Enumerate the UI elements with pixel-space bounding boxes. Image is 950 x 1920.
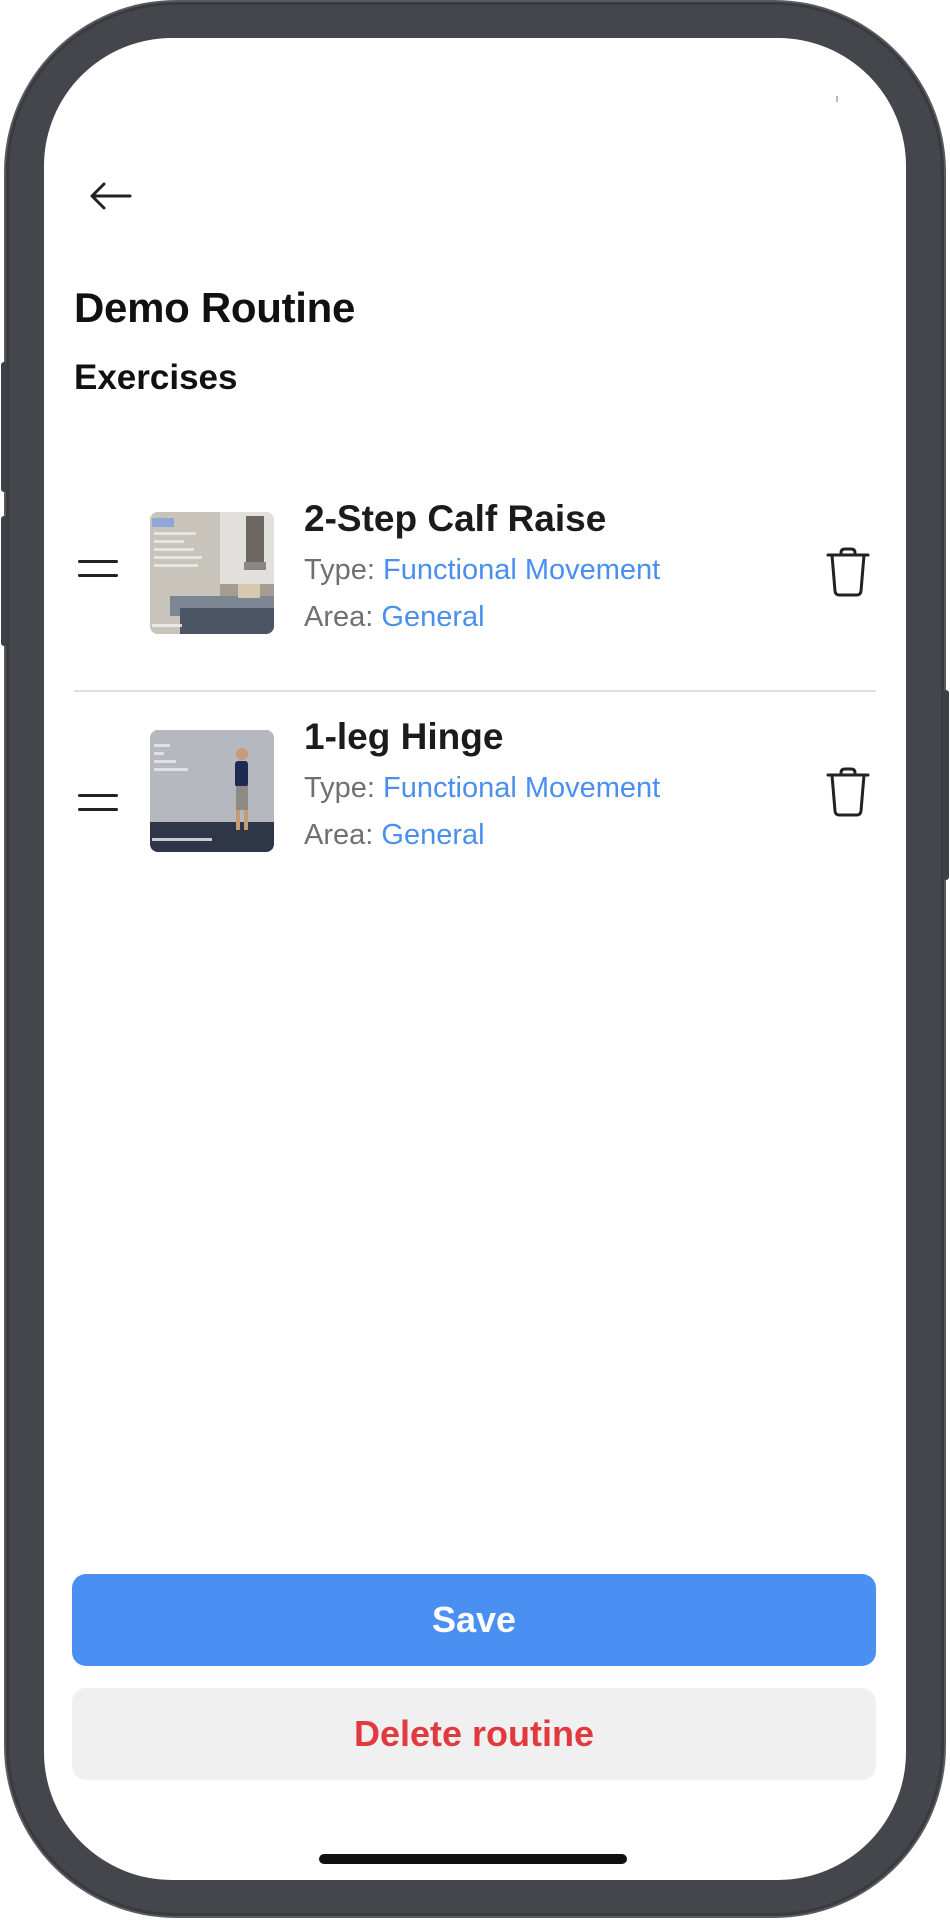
exercise-info: 2-Step Calf Raise Type: Functional Movem… bbox=[304, 498, 660, 634]
arrow-left-icon bbox=[90, 182, 132, 210]
delete-exercise-button[interactable] bbox=[822, 544, 874, 600]
hinge-video-still bbox=[150, 730, 274, 852]
device-mockup: Demo Routine Exercises 2-Step Calf Raise… bbox=[0, 0, 950, 1920]
exercise-thumbnail bbox=[150, 730, 274, 852]
calf-raise-video-still bbox=[150, 512, 274, 634]
section-title: Exercises bbox=[74, 358, 238, 397]
exercise-area: Area: General bbox=[304, 819, 660, 852]
exercise-list: 2-Step Calf Raise Type: Functional Movem… bbox=[74, 458, 876, 924]
phone-side-button-power bbox=[943, 690, 949, 880]
phone-side-button-mute bbox=[1, 362, 7, 492]
exercise-info: 1-leg Hinge Type: Functional Movement Ar… bbox=[304, 716, 660, 852]
type-label: Type: bbox=[304, 554, 375, 586]
trash-icon bbox=[826, 767, 870, 817]
drag-handle-icon[interactable] bbox=[78, 794, 118, 822]
type-value: Functional Movement bbox=[383, 772, 661, 804]
exercise-area: Area: General bbox=[304, 601, 660, 634]
type-value: Functional Movement bbox=[383, 554, 661, 586]
status-indicator bbox=[836, 96, 838, 102]
back-button[interactable] bbox=[80, 166, 140, 226]
delete-routine-button[interactable]: Delete routine bbox=[72, 1688, 876, 1780]
exercise-type: Type: Functional Movement bbox=[304, 772, 660, 805]
area-label: Area: bbox=[304, 819, 374, 851]
phone-side-button-volume bbox=[1, 516, 7, 646]
save-button[interactable]: Save bbox=[72, 1574, 876, 1666]
exercise-name[interactable]: 2-Step Calf Raise bbox=[304, 498, 660, 540]
page-title: Demo Routine bbox=[74, 284, 356, 331]
trash-icon bbox=[826, 547, 870, 597]
area-value: General bbox=[381, 819, 485, 851]
area-value: General bbox=[381, 601, 485, 633]
home-indicator[interactable] bbox=[319, 1854, 627, 1864]
area-label: Area: bbox=[304, 601, 374, 633]
exercise-name[interactable]: 1-leg Hinge bbox=[304, 716, 660, 758]
exercise-type: Type: Functional Movement bbox=[304, 554, 660, 587]
type-label: Type: bbox=[304, 772, 375, 804]
app-screen: Demo Routine Exercises 2-Step Calf Raise… bbox=[44, 38, 906, 1880]
delete-exercise-button[interactable] bbox=[822, 764, 874, 820]
exercise-thumbnail bbox=[150, 512, 274, 634]
exercise-row: 2-Step Calf Raise Type: Functional Movem… bbox=[74, 458, 876, 690]
exercise-row: 1-leg Hinge Type: Functional Movement Ar… bbox=[74, 690, 876, 924]
drag-handle-icon[interactable] bbox=[78, 560, 118, 588]
